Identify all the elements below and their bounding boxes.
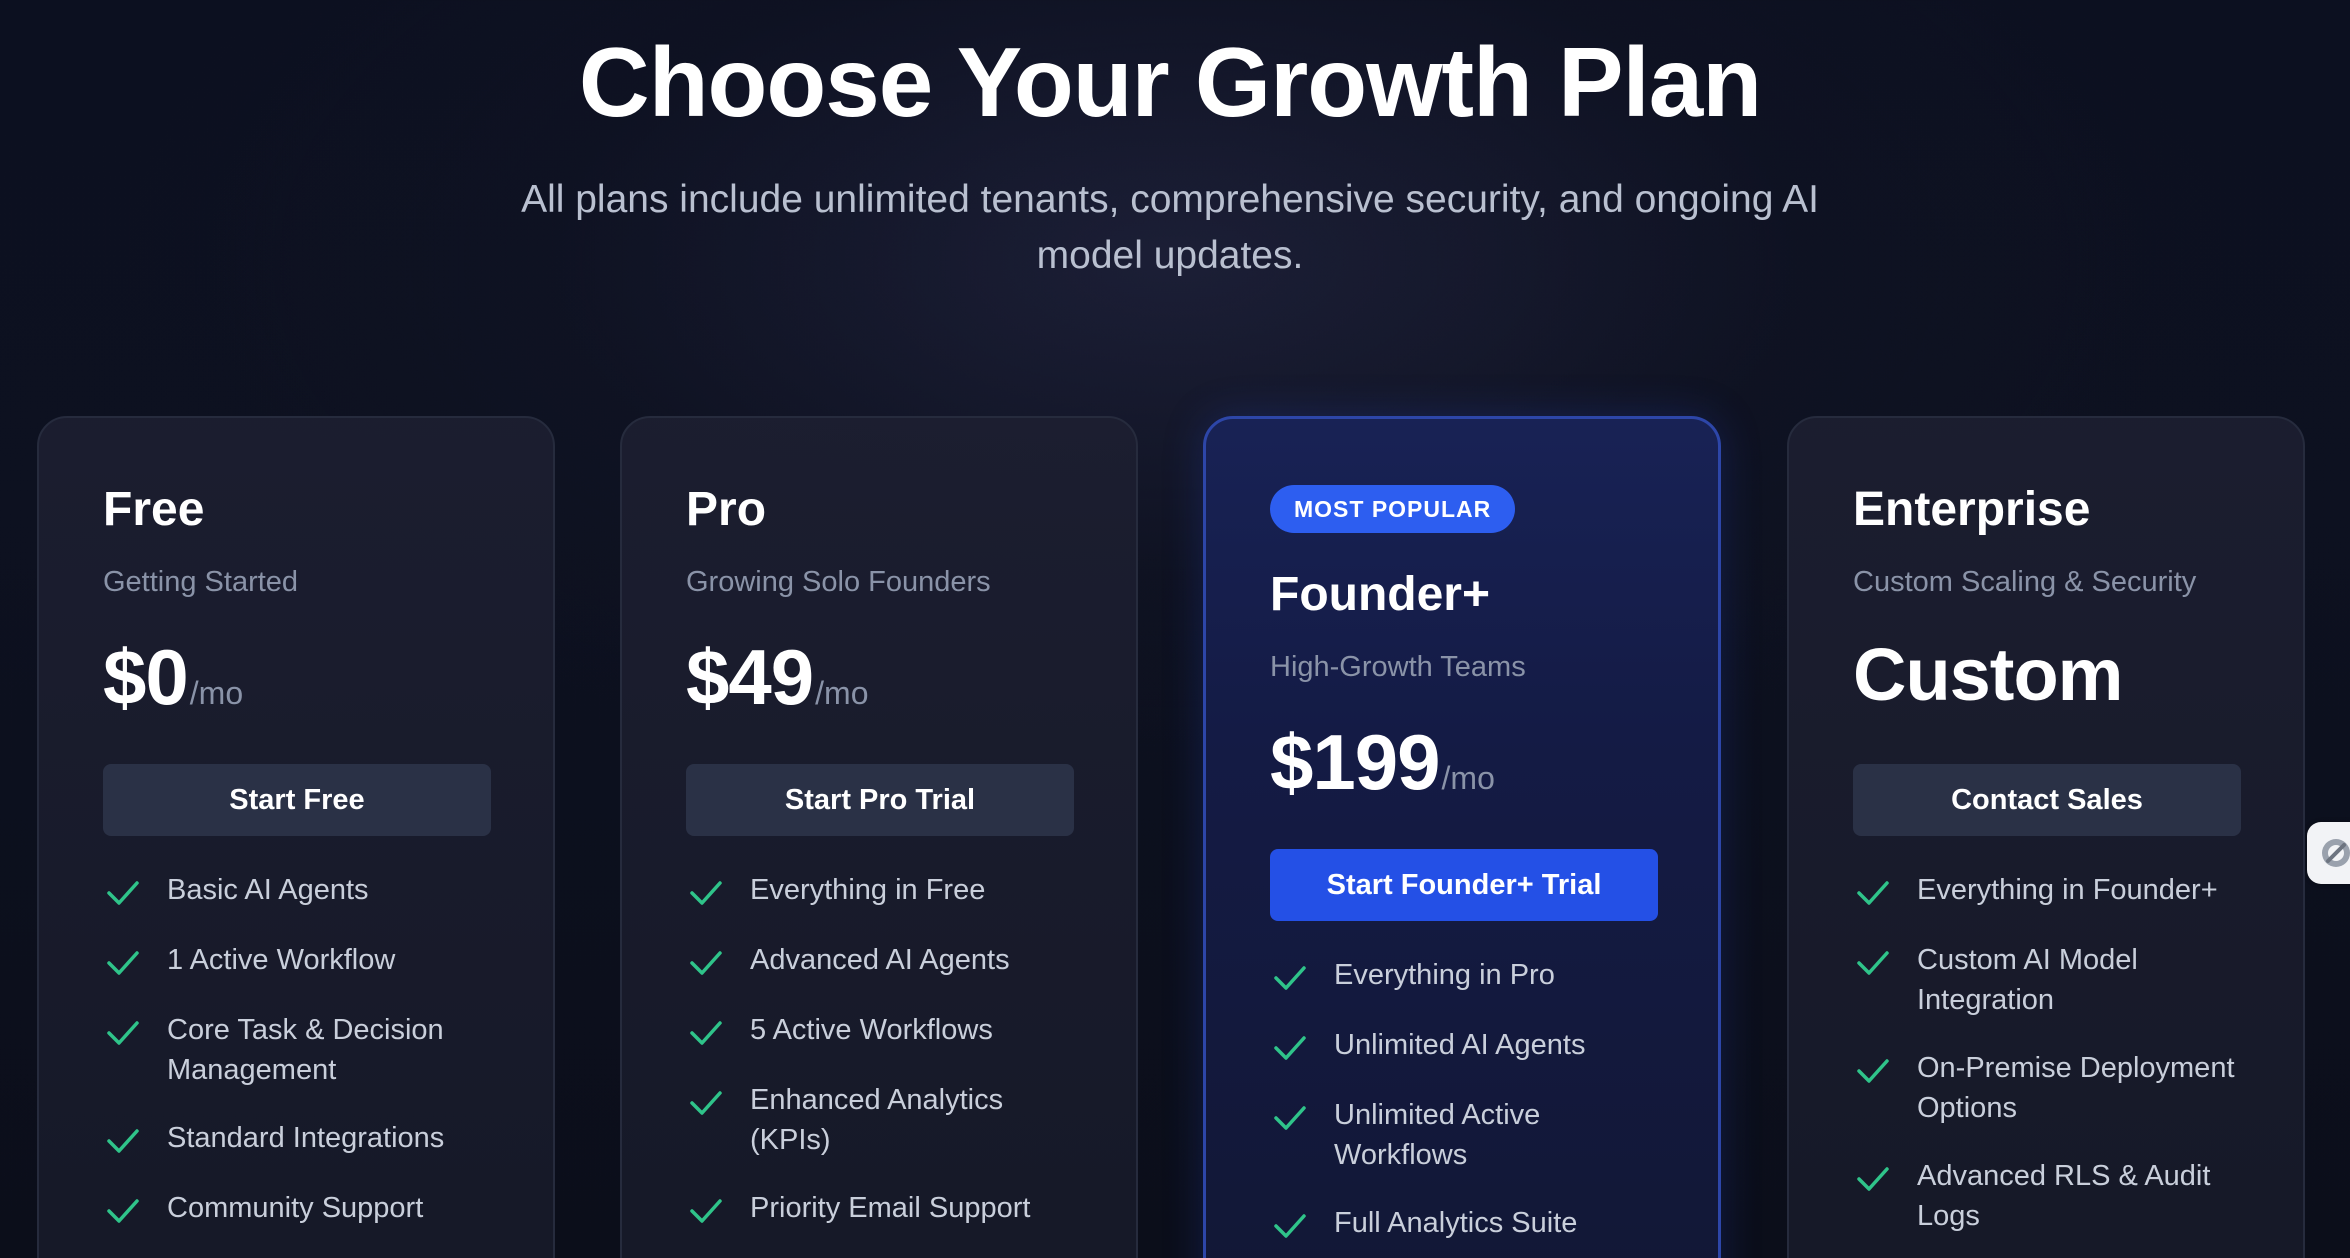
plan-tagline: Getting Started (103, 566, 299, 598)
feature-label: Everything in Free (750, 874, 986, 906)
plan-tagline: Custom Scaling & Security (1853, 566, 2197, 598)
page-title: Choose Your Growth Plan (578, 27, 1762, 137)
feature-label: 1 Active Workflow (167, 944, 396, 976)
start-founder-plus-trial-button[interactable]: Start Founder+ Trial (1270, 849, 1658, 921)
check-icon (107, 1021, 139, 1045)
assistant-widget-icon (2322, 839, 2350, 867)
plan-name: Pro (686, 483, 767, 536)
plan-name: Founder+ (1270, 568, 1491, 621)
floating-assistant-widget[interactable] (2307, 822, 2350, 884)
plan-tagline: Growing Solo Founders (686, 566, 991, 598)
plan-price: $199 (1270, 718, 1441, 806)
feature-label: Basic AI Agents (167, 874, 369, 906)
check-icon (1857, 951, 1889, 975)
feature-item: Everything in Founder+ (1853, 870, 2253, 912)
check-icon (690, 1091, 722, 1115)
feature-label: 5 Active Workflows (750, 1014, 993, 1046)
plan-card-pro: Pro Growing Solo Founders $49/mo Start P… (620, 416, 1138, 1258)
price-period: /mo (1441, 760, 1495, 796)
check-icon (690, 1199, 722, 1223)
feature-item: Enhanced Analytics (KPIs) (686, 1080, 1086, 1160)
feature-label: Advanced RLS & Audit Logs (1917, 1160, 2211, 1232)
feature-label: Priority Email Support (750, 1192, 1031, 1224)
check-icon (1274, 966, 1306, 990)
feature-item: Everything in Pro (1270, 955, 1670, 997)
feature-item: 1 Active Workflow (103, 940, 503, 982)
feature-item: Priority Email Support (686, 1188, 1086, 1230)
check-icon (107, 951, 139, 975)
check-icon (107, 881, 139, 905)
plan-price: $49 (686, 633, 814, 721)
feature-item: Core Task & Decision Management (103, 1010, 503, 1090)
feature-label: Everything in Founder+ (1917, 874, 2218, 906)
feature-label: Enhanced Analytics (KPIs) (750, 1084, 1004, 1156)
plan-card-free: Free Getting Started $0/mo Start Free Ba… (37, 416, 555, 1258)
check-icon (1857, 1167, 1889, 1191)
feature-list: Everything in Founder+ Custom AI Model I… (1853, 870, 2253, 1258)
feature-label: Unlimited AI Agents (1334, 1029, 1586, 1061)
price-period: /mo (189, 675, 244, 711)
check-icon (1274, 1106, 1306, 1130)
feature-label: On-Premise Deployment Options (1917, 1052, 2235, 1124)
feature-item: On-Premise Deployment Options (1853, 1048, 2253, 1128)
feature-item: Custom AI Model Integration (1853, 940, 2253, 1020)
plan-price: $0 (103, 633, 189, 721)
feature-item: Unlimited Active Workflows (1270, 1095, 1670, 1175)
feature-list: Everything in Pro Unlimited AI Agents Un… (1270, 955, 1670, 1258)
check-icon (690, 881, 722, 905)
plan-name: Enterprise (1853, 483, 2091, 536)
feature-label: Core Task & Decision Management (167, 1014, 444, 1086)
check-icon (1857, 881, 1889, 905)
feature-label: Custom AI Model Integration (1917, 944, 2138, 1016)
price-row: $49/mo (686, 632, 868, 723)
most-popular-badge: MOST POPULAR (1270, 485, 1516, 533)
pricing-page: Choose Your Growth Plan All plans includ… (0, 0, 2350, 1258)
feature-item: Standard Integrations (103, 1118, 503, 1160)
feature-item: Unlimited AI Agents (1270, 1025, 1670, 1067)
feature-label: Full Analytics Suite (1334, 1207, 1578, 1239)
price-period: /mo (815, 675, 869, 711)
feature-item: Basic AI Agents (103, 870, 503, 912)
start-pro-trial-button[interactable]: Start Pro Trial (686, 764, 1074, 836)
check-icon (107, 1129, 139, 1153)
price-row: $199/mo (1270, 717, 1495, 808)
feature-item: Full Analytics Suite (1270, 1203, 1670, 1245)
feature-label: Advanced AI Agents (750, 944, 1010, 976)
plan-name: Free (103, 483, 205, 536)
check-icon (690, 951, 722, 975)
contact-sales-button[interactable]: Contact Sales (1853, 764, 2241, 836)
plan-tagline: High-Growth Teams (1270, 651, 1526, 683)
plan-card-enterprise: Enterprise Custom Scaling & Security Cus… (1787, 416, 2305, 1258)
check-icon (1274, 1036, 1306, 1060)
feature-label: Community Support (167, 1192, 424, 1224)
plan-card-founder-plus: MOST POPULAR Founder+ High-Growth Teams … (1203, 416, 1721, 1258)
price-row: $0/mo (103, 632, 243, 723)
plan-price: Custom (1853, 633, 2123, 716)
start-free-button[interactable]: Start Free (103, 764, 491, 836)
feature-item: 5 Active Workflows (686, 1010, 1086, 1052)
price-row: Custom (1853, 632, 2123, 717)
page-subtitle: All plans include unlimited tenants, com… (521, 178, 1819, 277)
feature-label: Everything in Pro (1334, 959, 1555, 991)
feature-item: Everything in Free (686, 870, 1086, 912)
check-icon (107, 1199, 139, 1223)
feature-item: Advanced RLS & Audit Logs (1853, 1156, 2253, 1236)
feature-list: Everything in Free Advanced AI Agents 5 … (686, 870, 1086, 1258)
feature-item: Community Support (103, 1188, 503, 1230)
feature-label: Standard Integrations (167, 1122, 445, 1154)
feature-list: Basic AI Agents 1 Active Workflow Core T… (103, 870, 503, 1258)
feature-item: Advanced AI Agents (686, 940, 1086, 982)
feature-label: Unlimited Active Workflows (1334, 1099, 1541, 1171)
check-icon (1857, 1059, 1889, 1083)
check-icon (1274, 1214, 1306, 1238)
check-icon (690, 1021, 722, 1045)
